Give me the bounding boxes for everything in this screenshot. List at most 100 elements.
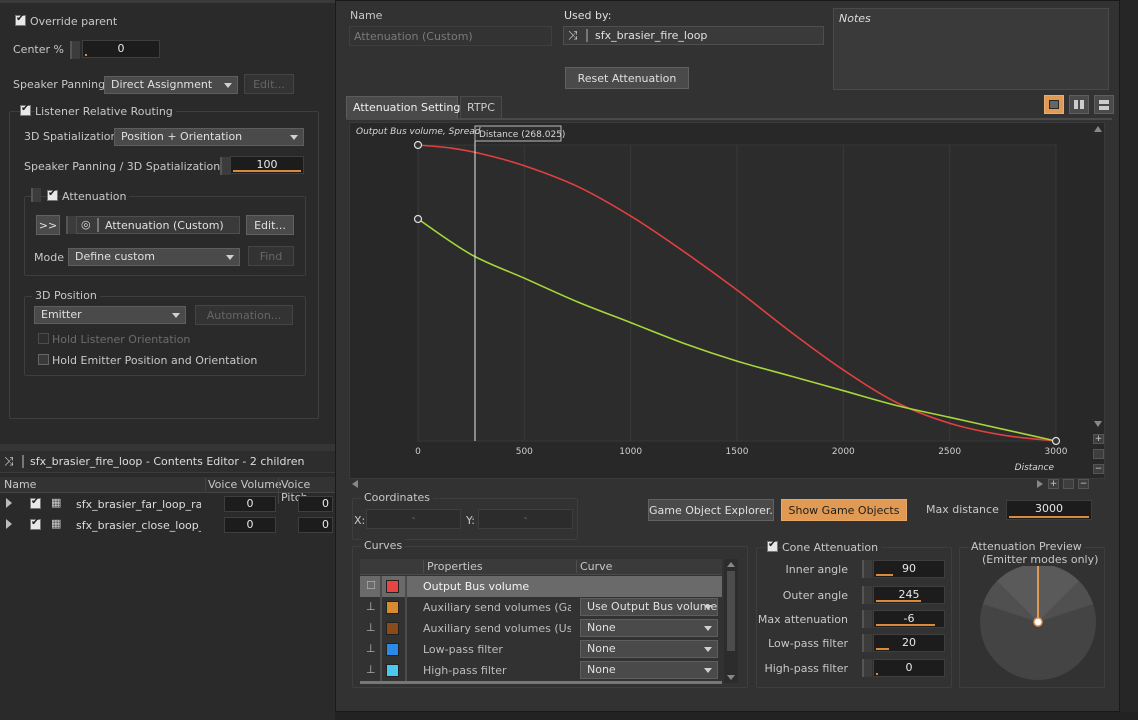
center-input[interactable]: 0 bbox=[82, 40, 160, 58]
curve-color-swatch[interactable] bbox=[386, 622, 399, 635]
coord-y-input[interactable]: - bbox=[478, 509, 573, 529]
override-parent-checkbox[interactable] bbox=[15, 13, 26, 26]
col-name[interactable]: Name bbox=[4, 478, 36, 491]
pin-icon[interactable]: ☐ bbox=[366, 579, 376, 592]
contents-row[interactable]: ▦ sfx_brasier_close_loop_... 0 0 bbox=[0, 515, 335, 536]
cone-grip[interactable] bbox=[862, 586, 872, 604]
curve-row[interactable]: ⊥ Low-pass filter None bbox=[360, 639, 722, 660]
listener-routing-checkbox[interactable] bbox=[20, 103, 31, 116]
row-voice-pitch[interactable]: 0 bbox=[298, 496, 333, 512]
curve-control-point[interactable] bbox=[413, 214, 423, 224]
max-distance-input[interactable]: 3000 bbox=[1006, 500, 1092, 520]
curve-select[interactable]: None bbox=[580, 661, 718, 679]
curve-row[interactable]: ⊥ Auxiliary send volumes (Ga... Use Output… bbox=[360, 597, 722, 618]
attenuation-curve-graph[interactable]: 0 500 1000 1500 2000 2500 3000 Distance (268.0… bbox=[349, 122, 1105, 479]
curves-scrollbar[interactable] bbox=[724, 559, 738, 683]
cone-grip[interactable] bbox=[862, 610, 872, 628]
zoom-in-horizontal-button[interactable]: + bbox=[1048, 479, 1059, 489]
mix-grip[interactable] bbox=[220, 157, 230, 175]
row-name: sfx_brasier_close_loop_... bbox=[76, 519, 201, 532]
row-enabled-checkbox[interactable] bbox=[30, 517, 41, 530]
hold-emitter-checkbox[interactable] bbox=[38, 354, 49, 365]
zoom-out-vertical-button[interactable]: − bbox=[1093, 464, 1104, 474]
row-voice-volume[interactable]: 0 bbox=[224, 496, 276, 512]
curve-color-swatch[interactable] bbox=[386, 580, 399, 593]
curve-control-point[interactable] bbox=[413, 140, 423, 150]
tab-rtpc[interactable]: RTPC bbox=[460, 96, 502, 118]
mode-select[interactable]: Define custom bbox=[68, 248, 240, 266]
notes-field[interactable]: Notes bbox=[833, 8, 1109, 90]
hold-emitter-label: Hold Emitter Position and Orientation bbox=[52, 354, 258, 367]
scroll-right-icon[interactable] bbox=[1037, 480, 1043, 488]
curve-row[interactable]: ☐ Output Bus volume bbox=[360, 576, 722, 597]
row-enabled-checkbox[interactable] bbox=[30, 496, 41, 509]
curve-select[interactable]: None bbox=[580, 640, 718, 658]
attenuation-expand-button[interactable]: >> bbox=[36, 215, 60, 235]
pin-icon[interactable]: ⊥ bbox=[366, 621, 376, 634]
mix-input[interactable]: 100 bbox=[230, 156, 304, 174]
col-properties[interactable]: Properties bbox=[423, 560, 483, 573]
cone-input[interactable]: 90 bbox=[873, 560, 945, 578]
spatialization-select[interactable]: Position + Orientation bbox=[114, 128, 304, 146]
cone-input[interactable]: 245 bbox=[873, 586, 945, 604]
expand-arrow-icon[interactable] bbox=[6, 498, 12, 508]
used-by-field[interactable]: ⤨ sfx_brasier_fire_loop bbox=[563, 26, 824, 45]
zoom-in-vertical-button[interactable]: + bbox=[1093, 434, 1104, 444]
contents-row[interactable]: ▦ sfx_brasier_far_loop_ran 0 0 bbox=[0, 494, 335, 515]
attenuation-share-field[interactable]: ◎ Attenuation (Custom) bbox=[76, 216, 240, 234]
cone-label: Inner angle bbox=[785, 563, 849, 576]
scroll-down-icon[interactable] bbox=[1094, 421, 1102, 427]
speaker-panning-edit-button[interactable]: Edit... bbox=[244, 74, 294, 94]
cone-input[interactable]: 0 bbox=[873, 659, 945, 677]
row-voice-volume[interactable]: 0 bbox=[224, 517, 276, 533]
coord-x-input[interactable]: - bbox=[366, 509, 461, 529]
cone-grip[interactable] bbox=[862, 560, 872, 578]
col-voice-volume[interactable]: Voice Volume bbox=[205, 478, 282, 491]
curves-scroll-thumb[interactable] bbox=[727, 571, 735, 651]
automation-button[interactable]: Automation... bbox=[195, 305, 293, 325]
attenuation-checkbox[interactable] bbox=[47, 188, 58, 201]
curve-color-swatch[interactable] bbox=[386, 643, 399, 656]
position-select[interactable]: Emitter bbox=[34, 306, 186, 324]
attenuation-edit-button[interactable]: Edit... bbox=[246, 215, 294, 235]
col-curve[interactable]: Curve bbox=[576, 560, 612, 573]
cone-grip[interactable] bbox=[862, 634, 872, 652]
reset-attenuation-button[interactable]: Reset Attenuation bbox=[565, 67, 689, 89]
zoom-fit-horizontal-button[interactable] bbox=[1063, 479, 1074, 489]
curve-row[interactable]: ⊥ High-pass filter None bbox=[360, 660, 722, 681]
name-field[interactable]: Attenuation (Custom) bbox=[349, 26, 552, 46]
cone-grip[interactable] bbox=[862, 659, 872, 677]
game-object-explorer-button[interactable]: Game Object Explorer... bbox=[648, 499, 774, 521]
speaker-panning-select[interactable]: Direct Assignment bbox=[104, 76, 238, 94]
mode-find-button[interactable]: Find bbox=[248, 246, 294, 266]
layout-split-vertical-icon[interactable] bbox=[1069, 95, 1089, 114]
scroll-left-icon[interactable] bbox=[352, 480, 358, 488]
layout-single-icon[interactable] bbox=[1044, 95, 1064, 114]
panel-splitter[interactable] bbox=[0, 444, 335, 451]
pin-icon[interactable]: ⊥ bbox=[366, 600, 376, 613]
curve-color-swatch[interactable] bbox=[386, 664, 399, 677]
scroll-up-icon[interactable] bbox=[1094, 126, 1102, 132]
center-grip[interactable] bbox=[70, 41, 80, 59]
curve-select[interactable]: Use Output Bus volume bbox=[580, 598, 718, 616]
curve-select[interactable]: None bbox=[580, 619, 718, 637]
curves-scroll-up-icon[interactable] bbox=[727, 562, 735, 567]
target-icon: ◎ bbox=[81, 218, 91, 231]
pin-icon[interactable]: ⊥ bbox=[366, 663, 376, 676]
curve-control-point[interactable] bbox=[1051, 436, 1061, 446]
pin-icon[interactable]: ⊥ bbox=[366, 642, 376, 655]
row-voice-pitch[interactable]: 0 bbox=[298, 517, 333, 533]
tab-attenuation-settings[interactable]: Attenuation Settings bbox=[346, 96, 466, 118]
cone-attenuation-checkbox[interactable] bbox=[767, 539, 778, 552]
position-group-label: 3D Position bbox=[32, 289, 100, 302]
zoom-fit-vertical-button[interactable] bbox=[1093, 449, 1104, 459]
cone-input[interactable]: 20 bbox=[873, 634, 945, 652]
curves-scroll-down-icon[interactable] bbox=[727, 675, 735, 680]
expand-arrow-icon[interactable] bbox=[6, 519, 12, 529]
layout-split-horizontal-icon[interactable] bbox=[1094, 95, 1114, 114]
show-game-objects-button[interactable]: Show Game Objects bbox=[781, 499, 907, 521]
curve-color-swatch[interactable] bbox=[386, 601, 399, 614]
cone-input[interactable]: -6 bbox=[873, 610, 945, 628]
zoom-out-horizontal-button[interactable]: − bbox=[1078, 479, 1089, 489]
curve-row[interactable]: ⊥ Auxiliary send volumes (Use... None bbox=[360, 618, 722, 639]
